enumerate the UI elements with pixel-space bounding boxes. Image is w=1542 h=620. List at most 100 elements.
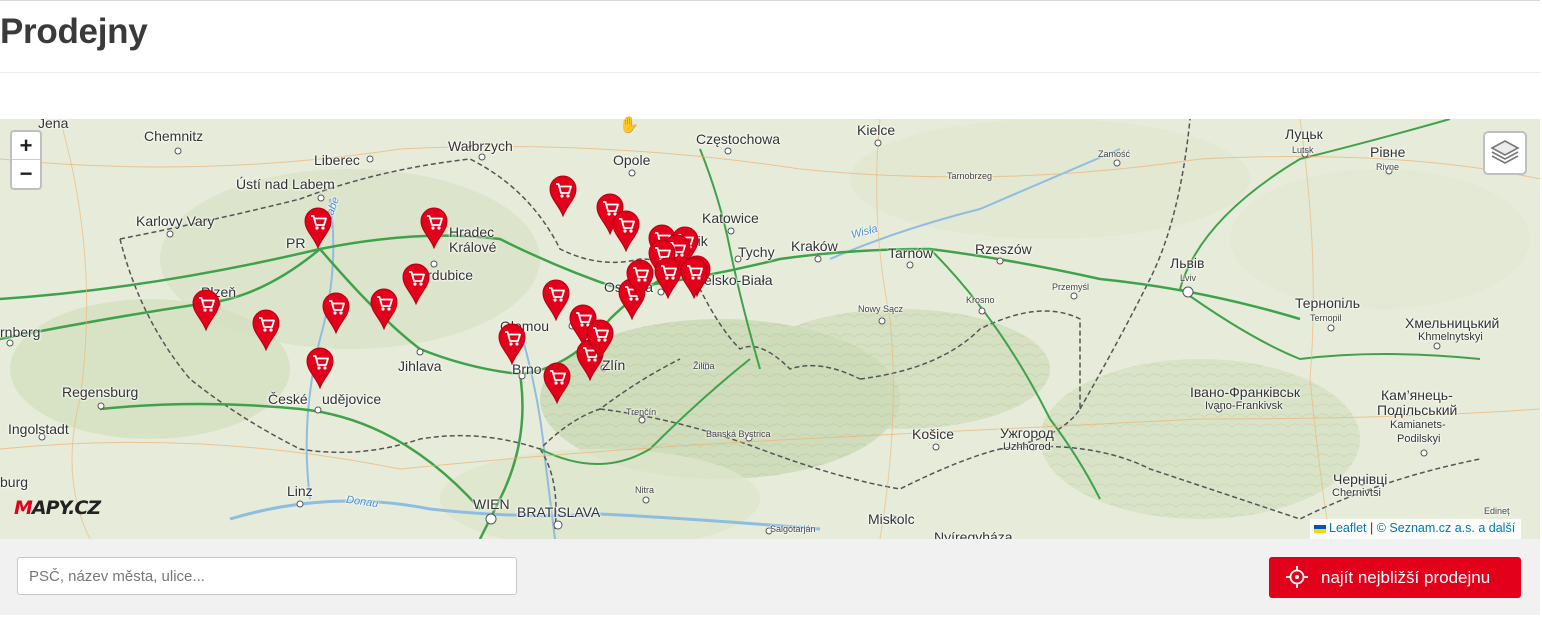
search-input[interactable] bbox=[17, 557, 517, 595]
map-label: Ústí nad Labem bbox=[236, 176, 335, 192]
attribution-separator: | bbox=[1370, 521, 1374, 535]
map-label: Kraków bbox=[791, 238, 838, 254]
map-label: Košice bbox=[912, 426, 955, 442]
map-label: Rzeszów bbox=[975, 241, 1032, 257]
map-label: Trenčín bbox=[626, 407, 657, 417]
map-label: Тернопіль bbox=[1295, 295, 1361, 311]
leaflet-link[interactable]: Leaflet bbox=[1329, 521, 1367, 535]
map-label: Луцьк bbox=[1285, 126, 1323, 142]
map-label: Ingolstadt bbox=[8, 421, 69, 437]
crosshair-icon bbox=[1286, 566, 1308, 588]
cart-pin-icon bbox=[420, 207, 448, 250]
cart-pin-icon bbox=[192, 289, 220, 332]
map-label: Хмельницький bbox=[1405, 315, 1500, 331]
map-label: Lutsk bbox=[1292, 145, 1314, 155]
map-label: Івано-Франківськ bbox=[1190, 384, 1301, 400]
layers-button[interactable] bbox=[1483, 131, 1527, 175]
ukraine-flag-icon bbox=[1314, 524, 1326, 533]
store-pin[interactable] bbox=[252, 309, 280, 352]
map-label: Opole bbox=[613, 152, 651, 168]
zoom-in-button[interactable]: + bbox=[12, 132, 40, 160]
map-label: Chernivtsi bbox=[1332, 487, 1381, 499]
map-label: Liberec bbox=[314, 152, 360, 168]
map-label: Jihlava bbox=[398, 358, 442, 374]
store-pin[interactable] bbox=[304, 207, 332, 250]
store-map[interactable]: Jena Chemnitz Liberec Wałbrzych Częstoch… bbox=[0, 119, 1540, 539]
store-pin[interactable] bbox=[370, 288, 398, 331]
store-pin[interactable] bbox=[586, 319, 614, 362]
map-label: Tarnobrzeg bbox=[947, 171, 993, 181]
hand-cursor-icon: ✋ bbox=[619, 117, 639, 134]
cart-pin-icon bbox=[612, 210, 640, 253]
map-label: Lviv bbox=[1180, 273, 1197, 283]
store-pin[interactable] bbox=[498, 323, 526, 366]
map-label: Ivano-Frankivsk bbox=[1205, 400, 1283, 412]
cart-pin-icon bbox=[402, 263, 430, 306]
map-label: Banská Bystrica bbox=[706, 429, 771, 439]
cart-pin-icon bbox=[370, 288, 398, 331]
map-label: Salgótarján bbox=[770, 524, 816, 534]
cart-pin-icon bbox=[586, 319, 614, 362]
layers-icon bbox=[1490, 140, 1520, 164]
map-label: elsko-Biała bbox=[704, 272, 773, 288]
store-pin[interactable] bbox=[612, 210, 640, 253]
map-label: Częstochowa bbox=[696, 131, 781, 147]
seznam-link[interactable]: © Seznam.cz a.s. a další bbox=[1377, 521, 1515, 535]
cart-pin-icon bbox=[252, 309, 280, 352]
store-pin[interactable] bbox=[542, 279, 570, 322]
cart-pin-icon bbox=[543, 362, 571, 405]
cart-pin-icon bbox=[306, 347, 334, 390]
store-pin[interactable] bbox=[402, 263, 430, 306]
map-label: WIEN bbox=[473, 496, 510, 512]
map-label: Nyíregyháza bbox=[934, 529, 1013, 539]
map-label: Zamość bbox=[1098, 149, 1131, 159]
map-label: České bbox=[268, 391, 308, 407]
store-pin[interactable] bbox=[654, 257, 682, 300]
map-label: Nitra bbox=[635, 485, 655, 495]
map-attribution: Leaflet | © Seznam.cz a.s. a další bbox=[1310, 519, 1522, 539]
cart-pin-icon bbox=[654, 257, 682, 300]
map-label: Рівне bbox=[1370, 144, 1406, 160]
logo-rest: APY.CZ bbox=[31, 497, 101, 519]
page-title: Prodejny bbox=[0, 12, 148, 51]
map-label: Ternopil bbox=[1310, 313, 1342, 323]
map-base-layer bbox=[0, 119, 1540, 539]
map-label: BRATISLAVA bbox=[517, 504, 601, 520]
map-label: Linz bbox=[287, 483, 313, 499]
zoom-out-button[interactable]: − bbox=[12, 160, 40, 188]
map-label: Karlovy Vary bbox=[136, 213, 215, 229]
store-pin[interactable] bbox=[680, 257, 708, 300]
zoom-control: + − bbox=[10, 130, 42, 190]
logo-m: M bbox=[14, 497, 33, 519]
store-pin[interactable] bbox=[543, 362, 571, 405]
map-label: Kielce bbox=[857, 122, 896, 138]
store-pin[interactable] bbox=[322, 292, 350, 335]
map-label: Králové bbox=[449, 239, 497, 255]
map-label: Чернівці bbox=[1333, 471, 1388, 487]
map-label: Nowy Sącz bbox=[858, 304, 904, 314]
map-label: PR bbox=[286, 235, 306, 251]
map-label: Regensburg bbox=[62, 384, 139, 400]
cart-pin-icon bbox=[549, 175, 577, 218]
mapy-cz-logo[interactable]: MAPY.CZ bbox=[14, 497, 101, 519]
map-label: Jena bbox=[38, 119, 69, 131]
store-pin[interactable] bbox=[549, 175, 577, 218]
store-pin[interactable] bbox=[192, 289, 220, 332]
map-label: Chemnitz bbox=[144, 128, 204, 144]
cart-pin-icon bbox=[304, 207, 332, 250]
map-label: Kamianets- bbox=[1390, 419, 1446, 431]
map-label: Khmelnytskyi bbox=[1418, 331, 1483, 343]
store-pin[interactable] bbox=[306, 347, 334, 390]
map-label: Krosno bbox=[966, 295, 995, 305]
map-label: Miskolc bbox=[868, 511, 915, 527]
map-label: Подільський bbox=[1377, 402, 1458, 418]
map-label: Львів bbox=[1170, 255, 1205, 271]
map-label: Przemyśl bbox=[1052, 282, 1090, 292]
store-pin[interactable] bbox=[420, 207, 448, 250]
map-label: Tychy bbox=[738, 244, 775, 260]
map-label: Ужгород bbox=[1000, 425, 1054, 441]
cart-pin-icon bbox=[322, 292, 350, 335]
find-nearest-store-button[interactable]: najít nejbližší prodejnu bbox=[1269, 557, 1521, 598]
map-label: rnberg bbox=[0, 324, 41, 340]
map-label: Žilina bbox=[693, 361, 715, 371]
